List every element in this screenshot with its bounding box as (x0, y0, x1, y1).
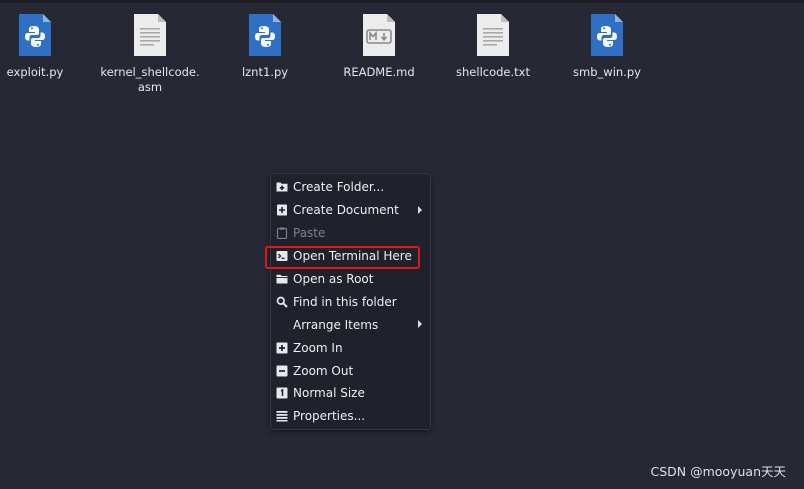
menu-item-label: Find in this folder (293, 294, 397, 309)
file-label: smb_win.py (573, 65, 641, 79)
desktop-context-menu: Create Folder... Create Document Paste O… (270, 173, 431, 430)
menu-item-open-as-root[interactable]: Open as Root (271, 268, 430, 291)
properties-icon (276, 410, 288, 422)
text-file-icon (477, 14, 509, 56)
menu-item-label: Open as Root (293, 272, 374, 286)
file-label: shellcode.txt (456, 65, 530, 79)
terminal-icon (276, 250, 288, 262)
document-plus-icon (276, 204, 288, 216)
clipboard-icon (276, 227, 288, 240)
python-file-icon (19, 14, 51, 56)
file-kernel-shellcode-asm[interactable]: kernel_shellcode.asm (95, 12, 205, 95)
normal-size-icon (276, 387, 288, 399)
file-label: kernel_shellcode.asm (100, 65, 200, 94)
menu-item-label: Normal Size (293, 386, 365, 401)
menu-item-zoom-in[interactable]: Zoom In (271, 336, 430, 359)
submenu-arrow-icon (418, 205, 422, 214)
menu-item-label: Properties... (293, 409, 366, 424)
file-label: README.md (343, 65, 415, 79)
menu-item-find-in-folder[interactable]: Find in this folder (271, 290, 430, 313)
menu-item-label: Zoom Out (293, 363, 354, 378)
zoom-in-icon (276, 342, 288, 354)
window-top-edge (0, 0, 804, 3)
file-readme-md[interactable]: README.md (324, 12, 434, 80)
text-file-icon (134, 14, 166, 56)
menu-item-normal-size[interactable]: Normal Size (271, 382, 430, 405)
search-icon (276, 296, 288, 308)
file-exploit-py[interactable]: exploit.py (0, 12, 90, 80)
folder-icon (276, 273, 288, 285)
file-lznt1-py[interactable]: lznt1.py (210, 12, 320, 80)
menu-item-label: Create Document (293, 203, 399, 218)
menu-item-arrange-items[interactable]: Arrange Items (271, 313, 430, 336)
menu-item-label: Create Folder... (293, 180, 385, 195)
file-label: lznt1.py (241, 65, 289, 79)
folder-plus-icon (276, 181, 288, 193)
menu-item-paste[interactable]: Paste (271, 222, 430, 245)
menu-item-label: Paste (293, 226, 326, 241)
file-smb-win-py[interactable]: smb_win.py (552, 12, 662, 80)
menu-item-create-document[interactable]: Create Document (271, 199, 430, 222)
blank-icon-slot (276, 319, 288, 331)
python-file-icon (249, 14, 281, 56)
menu-item-label: Arrange Items (293, 317, 379, 332)
submenu-arrow-icon (418, 320, 422, 329)
menu-item-zoom-out[interactable]: Zoom Out (271, 359, 430, 382)
menu-item-create-folder[interactable]: Create Folder... (271, 176, 430, 199)
menu-item-open-terminal-here[interactable]: Open Terminal Here (271, 245, 430, 268)
zoom-out-icon (276, 365, 288, 377)
menu-item-label: Zoom In (293, 340, 343, 355)
menu-item-label: Open Terminal Here (293, 249, 412, 264)
file-label: exploit.py (6, 65, 64, 79)
menu-item-properties[interactable]: Properties... (271, 405, 430, 428)
watermark: CSDN @mooyuan天天 (650, 464, 787, 479)
file-shellcode-txt[interactable]: shellcode.txt (438, 12, 548, 80)
markdown-file-icon (363, 14, 395, 56)
python-file-icon (591, 14, 623, 56)
